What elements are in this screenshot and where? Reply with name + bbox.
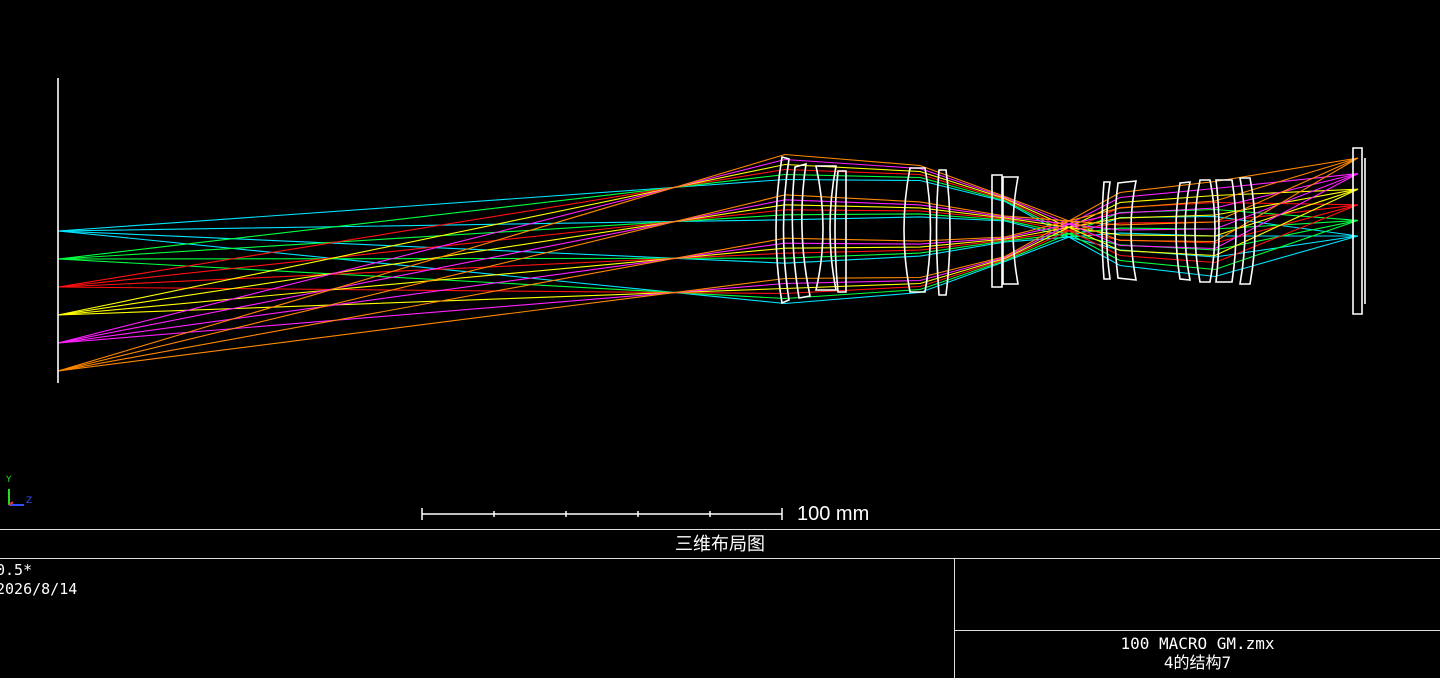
- file-name: 100 MACRO GM.zmx: [1120, 634, 1275, 653]
- lens-element-1: [775, 155, 790, 305]
- y-axis-label: Y: [6, 475, 12, 485]
- scale-bar: [421, 508, 783, 520]
- axis-triad: [8, 489, 24, 506]
- scale-bar-label: 100 mm: [797, 503, 870, 525]
- file-box-border: [954, 630, 1440, 631]
- plot-title: 三维布局图: [675, 534, 765, 555]
- title-bottom-border: [0, 558, 1440, 559]
- lens-element-3: [814, 165, 837, 291]
- lens-elements: [57, 78, 1366, 383]
- image-plane-filter: [1352, 147, 1363, 315]
- lens-element-12: [1194, 179, 1216, 283]
- z-axis-label: Z: [26, 496, 33, 506]
- lens-element-5: [903, 167, 932, 293]
- info-panel: 0.5* 2026/8/14: [0, 561, 77, 599]
- info-line-1: 0.5*: [0, 561, 33, 579]
- lens-element-4: [834, 170, 847, 293]
- file-info: 100 MACRO GM.zmx 4的结构7: [955, 634, 1440, 672]
- lens-element-10: [1114, 180, 1138, 281]
- ray-bundles: [57, 153, 1359, 372]
- lens-element-11: [1175, 181, 1192, 281]
- config-line: 4的结构7: [1163, 653, 1232, 672]
- layout-canvas: [8, 78, 1366, 520]
- footer-top-border: [0, 529, 1440, 530]
- lens-element-8: [1002, 176, 1019, 285]
- info-line-2: 2026/8/14: [0, 580, 78, 598]
